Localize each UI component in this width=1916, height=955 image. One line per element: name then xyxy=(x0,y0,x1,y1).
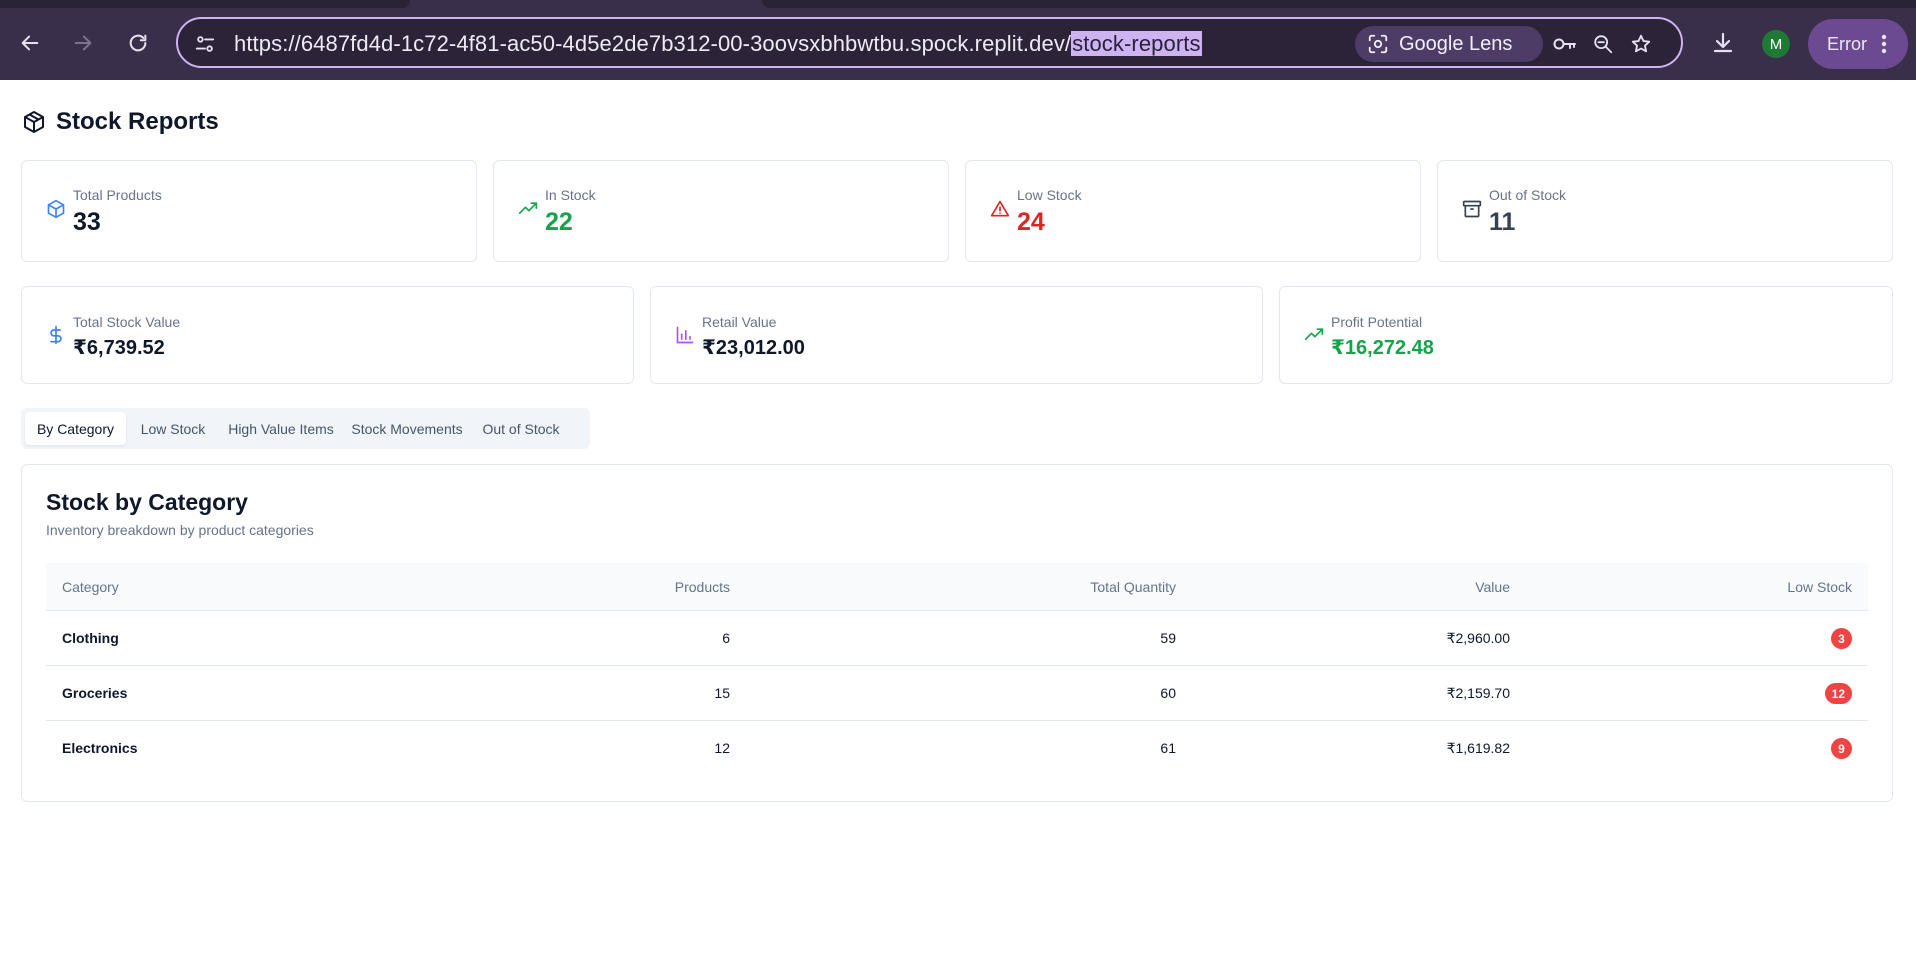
cell-products: 15 xyxy=(714,685,730,701)
stat-label: Total Stock Value xyxy=(73,314,181,330)
cell-value: ₹2,960.00 xyxy=(1446,630,1510,646)
report-tabs: By Category Low Stock High Value Items S… xyxy=(21,408,590,449)
bookmark-star-icon[interactable] xyxy=(1628,31,1654,57)
cell-products: 12 xyxy=(714,740,730,756)
tab-by-category[interactable]: By Category xyxy=(25,412,126,445)
low-stock-badge: 3 xyxy=(1831,628,1852,649)
low-stock-badge: 12 xyxy=(1824,683,1852,704)
low-stock-badge: 9 xyxy=(1831,738,1852,759)
stat-label: In Stock xyxy=(545,187,596,203)
back-icon[interactable] xyxy=(13,26,47,60)
profile-avatar[interactable]: M xyxy=(1762,30,1790,58)
stat-value: 11 xyxy=(1489,208,1516,236)
card-subtitle: Inventory breakdown by product categorie… xyxy=(46,522,314,538)
box-icon xyxy=(46,199,66,219)
browser-toolbar: https://6487fd4d-1c72-4f81-ac50-4d5e2de7… xyxy=(0,0,1916,80)
tab-strip-right xyxy=(762,0,1916,8)
table-row: Groceries 15 60 ₹2,159.70 12 xyxy=(46,666,1868,721)
column-header-total-quantity: Total Quantity xyxy=(1090,579,1176,595)
cell-value: ₹2,159.70 xyxy=(1446,685,1510,701)
cell-quantity: 61 xyxy=(1160,740,1176,756)
table-row: Electronics 12 61 ₹1,619.82 9 xyxy=(46,721,1868,776)
package-icon xyxy=(22,110,46,134)
cell-quantity: 60 xyxy=(1160,685,1176,701)
column-header-value: Value xyxy=(1475,579,1510,595)
stat-label: Total Products xyxy=(73,187,162,203)
column-header-low-stock: Low Stock xyxy=(1787,579,1852,595)
column-header-category: Category xyxy=(62,579,119,595)
trending-up-icon xyxy=(518,199,538,219)
download-icon[interactable] xyxy=(1706,26,1740,60)
stat-card-total-products: Total Products 33 xyxy=(21,160,477,262)
cell-products: 6 xyxy=(722,630,730,646)
alert-triangle-icon xyxy=(990,199,1010,219)
reload-icon[interactable] xyxy=(121,26,155,60)
url-text[interactable]: https://6487fd4d-1c72-4f81-ac50-4d5e2de7… xyxy=(234,31,1202,57)
stat-card-total-stock-value: Total Stock Value ₹6,739.52 xyxy=(21,286,634,384)
lens-icon xyxy=(1367,33,1389,55)
stat-card-profit-potential: Profit Potential ₹16,272.48 xyxy=(1279,286,1893,384)
url-selected: stock-reports xyxy=(1071,31,1202,56)
error-label: Error xyxy=(1827,33,1867,54)
page-title-text: Stock Reports xyxy=(56,108,219,135)
cell-category: Groceries xyxy=(62,685,128,701)
cell-category: Clothing xyxy=(62,630,119,646)
stat-value: ₹23,012.00 xyxy=(702,337,805,359)
table-header: Category Products Total Quantity Value L… xyxy=(46,563,1868,611)
forward-icon[interactable] xyxy=(66,26,100,60)
stat-value: 33 xyxy=(73,208,101,236)
error-button[interactable]: Error xyxy=(1808,19,1908,69)
page-title: Stock Reports xyxy=(22,108,219,136)
trending-up-icon xyxy=(1304,325,1324,345)
archive-icon xyxy=(1462,199,1482,219)
url-prefix: https://6487fd4d-1c72-4f81-ac50-4d5e2de7… xyxy=(234,31,1072,56)
tab-strip-left xyxy=(0,0,410,8)
address-bar[interactable]: https://6487fd4d-1c72-4f81-ac50-4d5e2de7… xyxy=(176,17,1683,68)
stat-value: 24 xyxy=(1017,208,1045,236)
stat-label: Retail Value xyxy=(702,314,777,330)
zoom-icon[interactable] xyxy=(1590,31,1616,57)
stat-card-out-of-stock: Out of Stock 11 xyxy=(1437,160,1893,262)
stock-by-category-card: Stock by Category Inventory breakdown by… xyxy=(21,464,1893,802)
dollar-icon xyxy=(46,325,66,345)
stat-card-retail-value: Retail Value ₹23,012.00 xyxy=(650,286,1263,384)
tab-low-stock[interactable]: Low Stock xyxy=(130,412,216,445)
stat-value: 22 xyxy=(545,208,573,236)
google-lens-button[interactable]: Google Lens xyxy=(1355,26,1543,62)
tab-stock-movements[interactable]: Stock Movements xyxy=(346,412,468,445)
tab-out-of-stock[interactable]: Out of Stock xyxy=(472,412,570,445)
stat-label: Out of Stock xyxy=(1489,187,1567,203)
cell-category: Electronics xyxy=(62,740,138,756)
lens-label: Google Lens xyxy=(1399,32,1513,55)
table-row: Clothing 6 59 ₹2,960.00 3 xyxy=(46,611,1868,666)
column-header-products: Products xyxy=(674,579,730,595)
cell-quantity: 59 xyxy=(1160,630,1176,646)
password-key-icon[interactable] xyxy=(1551,31,1577,57)
site-settings-icon[interactable] xyxy=(192,31,218,57)
bar-chart-icon xyxy=(675,325,695,345)
stat-value: ₹6,739.52 xyxy=(73,337,165,359)
stat-label: Low Stock xyxy=(1017,187,1082,203)
kebab-menu-icon xyxy=(1881,34,1887,54)
card-title: Stock by Category xyxy=(46,489,248,515)
stat-label: Profit Potential xyxy=(1331,314,1423,330)
tab-high-value-items[interactable]: High Value Items xyxy=(220,412,342,445)
stat-value: ₹16,272.48 xyxy=(1331,337,1434,359)
stat-card-in-stock: In Stock 22 xyxy=(493,160,949,262)
page-content: Stock Reports Total Products 33 In Stock… xyxy=(0,80,1916,955)
cell-value: ₹1,619.82 xyxy=(1446,740,1510,756)
stat-card-low-stock: Low Stock 24 xyxy=(965,160,1421,262)
